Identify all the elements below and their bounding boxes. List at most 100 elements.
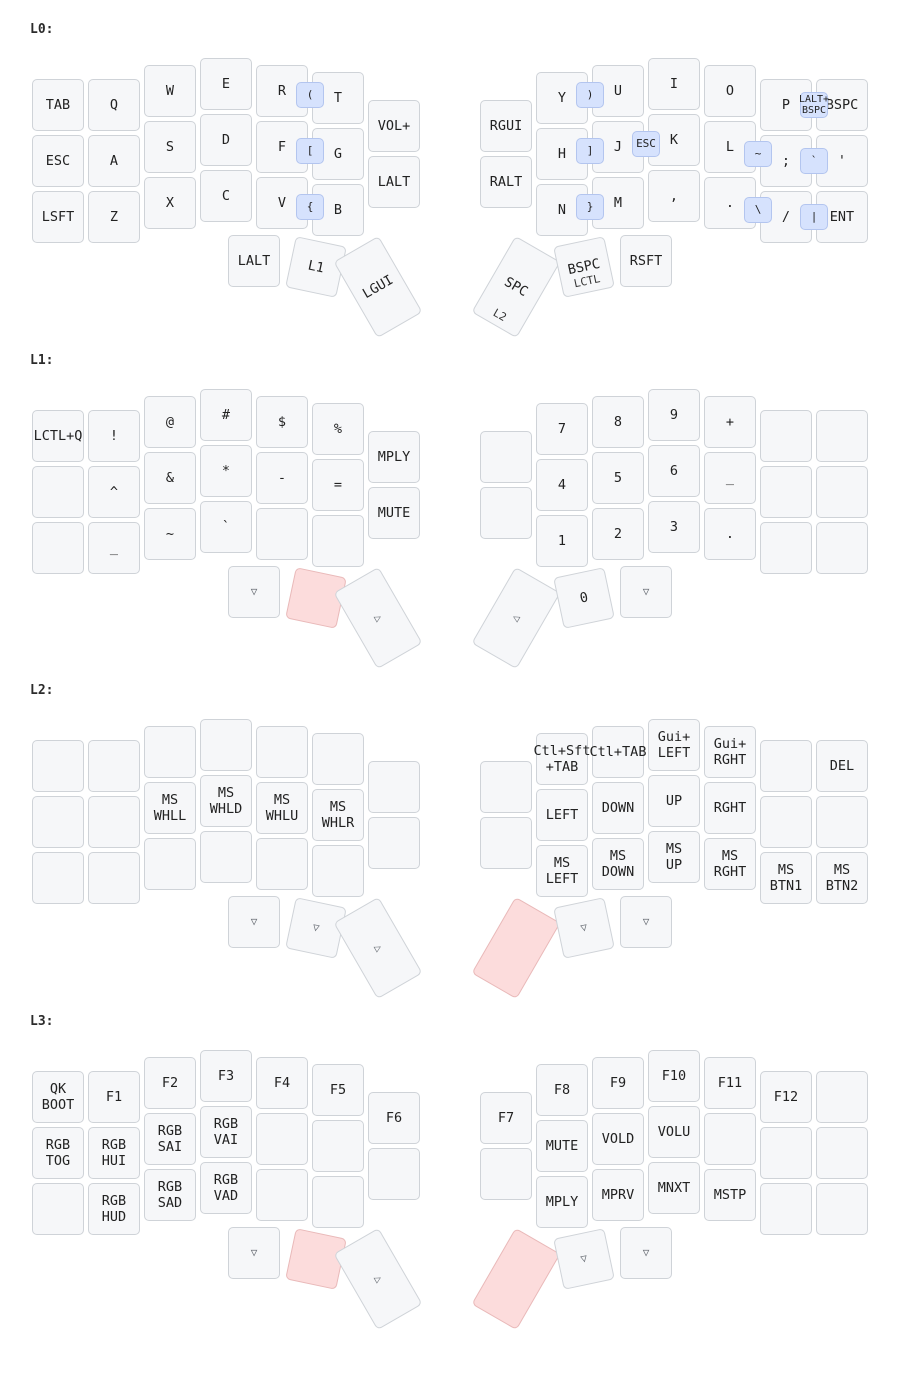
key-label: DOWN [601, 800, 635, 816]
key: MNXT [648, 1162, 700, 1214]
key-label: TAB [45, 97, 71, 113]
key: 9 [648, 389, 700, 441]
key: ▽ [228, 566, 280, 618]
key-label: RGB HUI [101, 1137, 127, 1169]
key [760, 1127, 812, 1179]
key: RGB HUD [88, 1183, 140, 1235]
key-label: 5 [613, 470, 623, 486]
key [88, 740, 140, 792]
key: 0 [553, 567, 615, 629]
key-label: DEL [829, 758, 855, 774]
key-label: H [557, 146, 567, 162]
key-label: / [781, 209, 791, 225]
key-label: 1 [557, 533, 567, 549]
key: LEFT [536, 789, 588, 841]
key-label: Q [109, 97, 119, 113]
key-label: ▽ [642, 1246, 650, 1259]
key-label: VOLU [657, 1124, 691, 1140]
key-label: ~ [165, 526, 175, 542]
key-label: A [109, 153, 119, 169]
key-label: ^ [109, 484, 119, 500]
combo-badge: ) [576, 82, 604, 108]
key-label: ▷ [371, 1271, 384, 1286]
key [816, 1127, 868, 1179]
key-label: . [725, 526, 735, 542]
key: F8 [536, 1064, 588, 1116]
key-label: RGUI [489, 118, 523, 134]
key-label: QK BOOT [41, 1081, 75, 1113]
key: DOWN [592, 782, 644, 834]
key: ▷ [333, 896, 423, 1000]
key [704, 1113, 756, 1165]
key-label: F1 [105, 1089, 123, 1105]
combo-badge: \ [744, 197, 772, 223]
key: MS WHLD [200, 775, 252, 827]
key [88, 852, 140, 904]
key-label: 8 [613, 414, 623, 430]
key: Ctl+TAB [590, 726, 646, 778]
key: RGHT [704, 782, 756, 834]
key-label: $ [277, 414, 287, 430]
key-label: RGB SAI [157, 1123, 183, 1155]
key: LGUI [333, 235, 423, 339]
key-label: RSFT [629, 253, 663, 269]
key: MS WHLU [256, 782, 308, 834]
key: % [312, 403, 364, 455]
key-label: W [165, 83, 175, 99]
key: ▽ [553, 1228, 615, 1290]
key-label: ; [781, 153, 791, 169]
key-label: F6 [385, 1110, 403, 1126]
key: 1 [536, 515, 588, 567]
key: MS WHLR [312, 789, 364, 841]
key: MS WHLL [144, 782, 196, 834]
key: F11 [704, 1057, 756, 1109]
key [88, 796, 140, 848]
key: Gui+ LEFT [648, 719, 700, 771]
key [200, 831, 252, 883]
key [200, 719, 252, 771]
key-label: @ [165, 414, 175, 430]
key: SPC L2 [471, 235, 561, 339]
key [760, 740, 812, 792]
key-label: F10 [661, 1068, 687, 1084]
key [256, 1113, 308, 1165]
key-label: ▷ [371, 610, 384, 625]
key-label: * [221, 463, 231, 479]
key: _ [88, 522, 140, 574]
key-label: MPRV [601, 1187, 635, 1203]
key-label: MS DOWN [601, 848, 635, 880]
key-label: G [333, 146, 343, 162]
key: RGB VAI [200, 1106, 252, 1158]
key: 4 [536, 459, 588, 511]
key-label: _ [725, 470, 735, 486]
combo-badge: { [296, 194, 324, 220]
key [816, 1183, 868, 1235]
key: MS UP [648, 831, 700, 883]
keymap-diagram: L0: TAB Q W E R T Y U I O P BSPC ESC A S D F G VOL+ RGUI H J K L… [0, 0, 900, 1379]
key-label: VOLD [601, 1131, 635, 1147]
key [760, 796, 812, 848]
key-label: MUTE [545, 1138, 579, 1154]
key-label: RGHT [713, 800, 747, 816]
key [256, 508, 308, 560]
key-label: MS WHLR [321, 799, 355, 831]
key: = [312, 459, 364, 511]
key: ▷ [333, 1227, 423, 1331]
key-label: Gui+ RGHT [713, 736, 747, 768]
key [32, 1183, 84, 1235]
layer-title: L2: [30, 683, 54, 698]
key-label: LCTL+Q [33, 428, 83, 444]
key [816, 522, 868, 574]
key-label: RGB HUD [101, 1193, 127, 1225]
key-label: B [333, 202, 343, 218]
key: I [648, 58, 700, 110]
key [312, 733, 364, 785]
key: ▷ [333, 566, 423, 670]
key-label: Z [109, 209, 119, 225]
key: F2 [144, 1057, 196, 1109]
key-label: F [277, 139, 287, 155]
key: LCTL+Q [32, 410, 84, 462]
key-label: ▽ [250, 585, 258, 598]
key [32, 740, 84, 792]
key: RGB SAD [144, 1169, 196, 1221]
